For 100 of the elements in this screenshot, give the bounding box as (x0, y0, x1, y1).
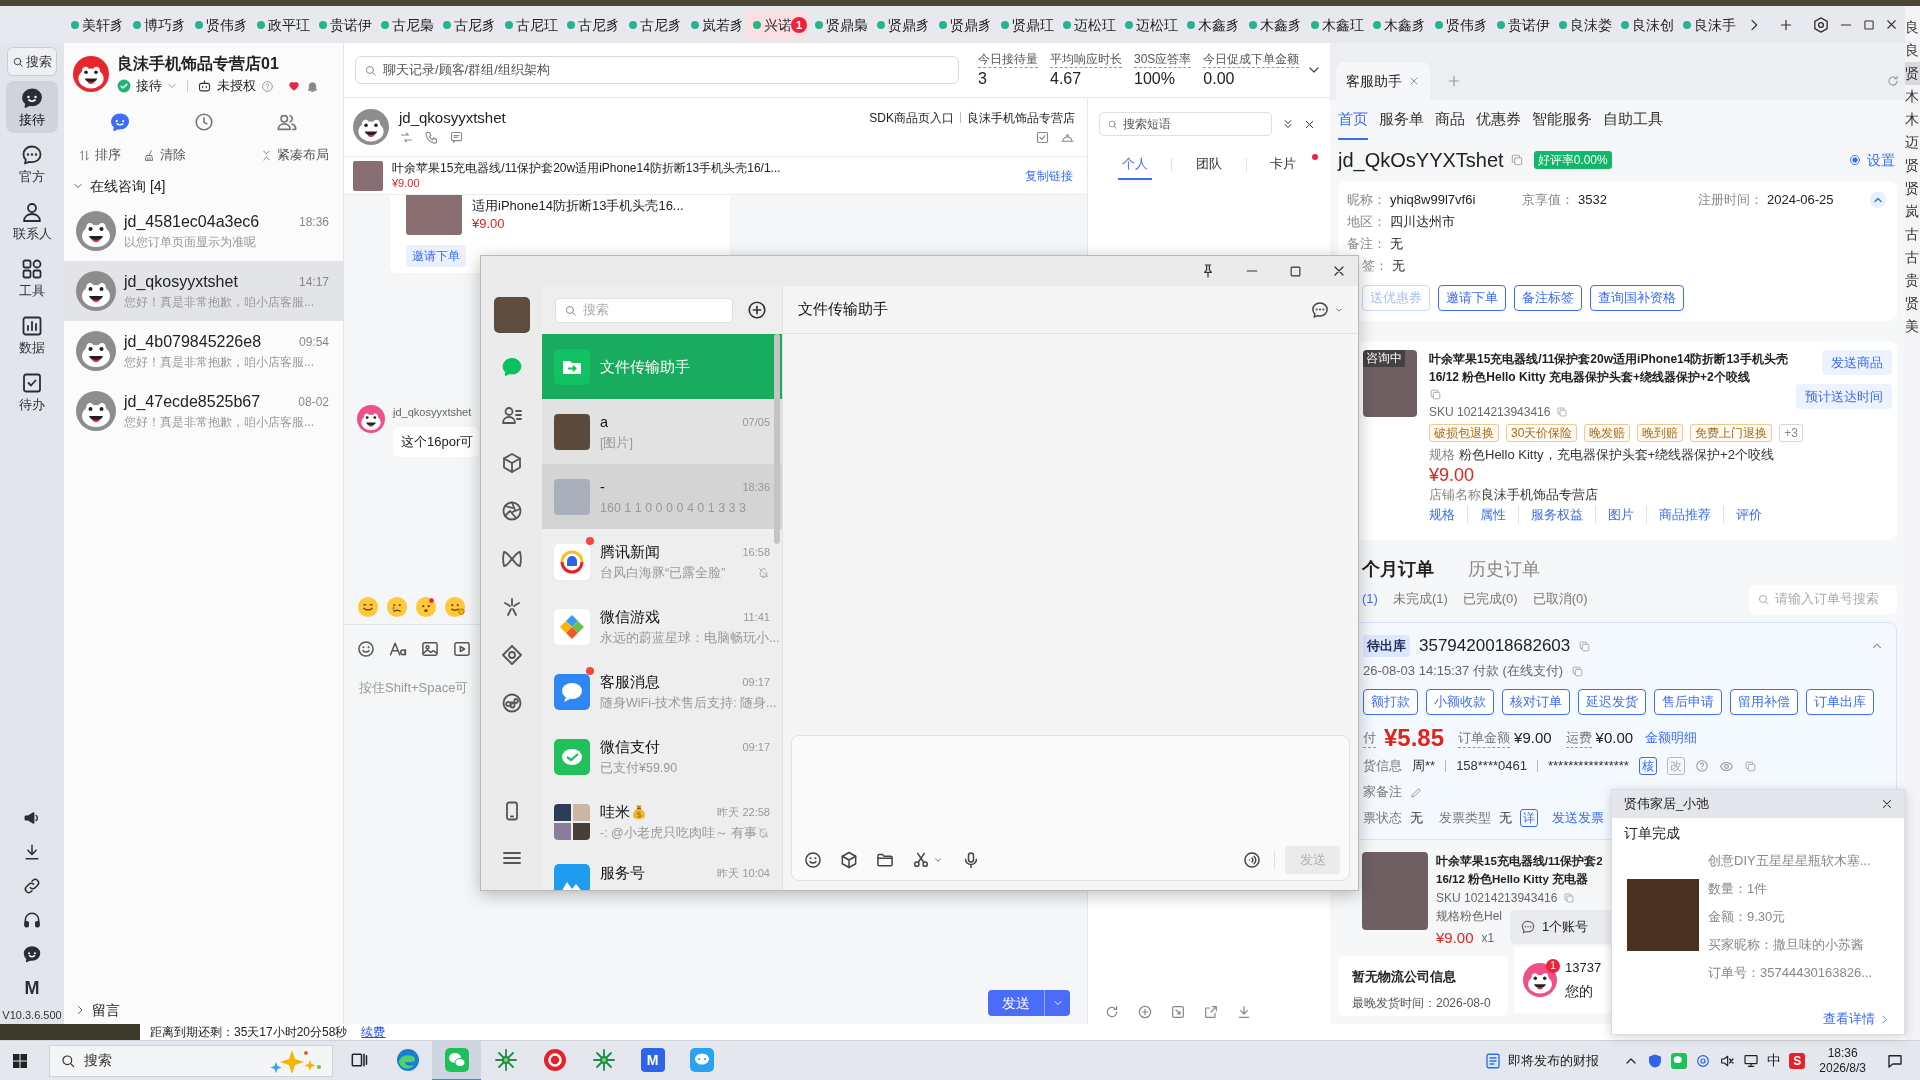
shop-tab[interactable]: 迈松玒 (1056, 10, 1118, 39)
chat-info-button[interactable] (1310, 299, 1344, 320)
plus-circle-icon[interactable] (1137, 1004, 1153, 1020)
phrase-tab[interactable]: 团队 (1192, 150, 1226, 180)
download-icon[interactable] (22, 842, 42, 862)
shop-tab[interactable]: 古尼豸 (560, 10, 622, 39)
help-icon[interactable] (1694, 759, 1709, 773)
emoji-icon[interactable] (357, 596, 379, 618)
shop-tab[interactable]: 良沫创 (1614, 10, 1676, 39)
double-chevron-icon[interactable] (1281, 117, 1295, 131)
shop-tab[interactable]: 贵诺伊 (1490, 10, 1552, 39)
verify-button[interactable]: 核 (1638, 757, 1657, 775)
close-icon[interactable] (1880, 797, 1894, 811)
window-tab[interactable]: 迈 (1905, 131, 1920, 154)
settings-button[interactable]: 设置 (1849, 149, 1895, 171)
shrink-icon[interactable] (1170, 1004, 1186, 1020)
shop-tab[interactable]: 贵诺伊 (312, 10, 374, 39)
renew-link[interactable]: 续费 (361, 1025, 386, 1039)
add-icon[interactable] (746, 299, 768, 321)
video-icon[interactable] (452, 639, 472, 659)
image-icon[interactable] (420, 639, 440, 659)
shop-tab[interactable]: 迈松玒 (1118, 10, 1180, 39)
order-action-button[interactable]: 延迟发货 (1578, 689, 1646, 715)
chat-list-item[interactable]: 腾讯新闻 16:58 台风白海豚“已露全脸” (542, 529, 782, 594)
order-action-button[interactable]: 售后申请 (1654, 689, 1722, 715)
conversation-item[interactable]: jd_qkosyyxtshet 14:17 您好！真是非常抱歉，咱小店客服... (64, 261, 343, 321)
conversation-item[interactable]: jd_4b079845226e8 09:54 您好！真是非常抱歉，咱小店客服... (64, 321, 343, 381)
phone-icon[interactable] (424, 130, 439, 145)
clock-icon[interactable] (192, 111, 215, 133)
product-link[interactable]: 评价 (1723, 506, 1774, 524)
window-tab[interactable]: 古 (1905, 223, 1920, 246)
order-filter[interactable]: 已完成(0) (1462, 589, 1518, 609)
voice-icon[interactable] (1242, 850, 1262, 870)
window-tab[interactable]: 贤 (1905, 177, 1920, 200)
input-method[interactable]: 中 (1767, 1050, 1782, 1071)
invoice-detail-button[interactable]: 详 (1520, 809, 1538, 827)
chat-bubbles-icon[interactable] (1671, 1052, 1688, 1069)
maximize-icon[interactable] (1862, 17, 1876, 32)
taskbar-search-field[interactable]: 搜索 (49, 1044, 333, 1077)
logo-letter[interactable]: M (24, 978, 40, 998)
store-link[interactable]: 良沫手机饰品专营店 (967, 109, 1075, 126)
shop-tab[interactable]: 木鑫豸 (1180, 10, 1242, 39)
scrollbar-thumb[interactable] (774, 334, 780, 544)
nav-item[interactable]: 接待 (6, 81, 58, 133)
order-action-button[interactable]: 订单出库 (1806, 689, 1874, 715)
settings-icon[interactable] (1812, 15, 1830, 34)
sort-button[interactable]: 排序 (78, 145, 121, 165)
shop-tab[interactable]: 博巧豸 (126, 10, 188, 39)
window-tab[interactable]: 贤 (1905, 154, 1920, 177)
nav-tab[interactable]: 首页 (1338, 100, 1368, 140)
product-link[interactable]: 商品推荐 (1646, 506, 1723, 524)
shop-tab[interactable]: 良沫娄 (1552, 10, 1614, 39)
bell-icon[interactable] (306, 79, 319, 93)
view-details-link[interactable]: 查看详情 (1823, 1009, 1890, 1029)
shop-tab[interactable]: 古尼梟 (374, 10, 436, 39)
ring-icon[interactable] (1695, 1052, 1712, 1069)
emoji-icon[interactable] (444, 596, 466, 618)
phrase-tab[interactable]: 个人 (1117, 150, 1152, 180)
window-tab[interactable]: 贤 (1905, 292, 1920, 315)
order-filter[interactable]: (1) (1362, 589, 1378, 609)
transfer-icon[interactable] (399, 130, 414, 145)
product-link[interactable]: 属性 (1467, 506, 1518, 524)
emoji-icon[interactable] (386, 596, 408, 618)
shop-tab[interactable]: 古尼豸 (436, 10, 498, 39)
amount-detail-link[interactable]: 金额明细 (1645, 728, 1698, 748)
invite-order-button[interactable]: 邀请下单 (406, 245, 466, 267)
nav-item[interactable]: 官方 (6, 138, 58, 190)
order-action-button[interactable]: 小额收款 (1426, 689, 1494, 715)
taskbar-button[interactable]: M (628, 1040, 677, 1080)
action-button[interactable]: 备注标签 (1514, 285, 1582, 311)
chat-face-icon[interactable] (22, 944, 42, 964)
product-page-link[interactable]: SDK商品页入口 (869, 109, 954, 126)
emoji-icon[interactable] (415, 596, 437, 618)
group-header[interactable]: 在线咨询 [4] (72, 175, 166, 197)
clear-button[interactable]: 清除 (143, 145, 186, 165)
product-link[interactable]: 规格 (1429, 506, 1467, 524)
monitor-icon[interactable] (1743, 1052, 1760, 1069)
shop-tab[interactable]: 古尼玒 (498, 10, 560, 39)
product-action-button[interactable]: 发送商品 (1822, 350, 1892, 375)
share-icon[interactable] (1203, 1004, 1219, 1020)
shop-tab[interactable]: 古尼豸 (622, 10, 684, 39)
order-filter[interactable]: 未完成(1) (1392, 589, 1448, 609)
action-button[interactable]: 查询国补资格 (1590, 285, 1684, 311)
window-tab[interactable]: 贤 (1905, 62, 1920, 85)
shop-tab[interactable]: 贤鼎梟 (808, 10, 870, 39)
action-button[interactable]: 邀请下单 (1438, 285, 1506, 311)
phrase-tab[interactable]: 卡片 (1266, 150, 1301, 180)
compact-layout-button[interactable]: 紧凑布局 (260, 145, 329, 165)
shop-tab[interactable]: 贤伟豸 (1428, 10, 1490, 39)
smile-icon[interactable] (356, 639, 376, 659)
nav-tab[interactable]: 自助工具 (1603, 100, 1663, 140)
product-link[interactable]: 图片 (1595, 506, 1646, 524)
checkbox-icon[interactable] (1035, 129, 1050, 145)
chat-list-item[interactable]: 微信游戏 11:41 永远的蔚蓝星球：电脑畅玩小... (542, 594, 782, 659)
shield-icon[interactable] (1647, 1052, 1664, 1069)
shop-tab[interactable]: 岚若豸 (684, 10, 746, 39)
conversation-item[interactable]: jd_47ecde8525b67 08-02 您好！真是非常抱歉，咱小店客服... (64, 381, 343, 441)
account-switcher[interactable]: 1个账号 (1510, 910, 1611, 944)
order-action-button[interactable]: 额打款 (1363, 689, 1418, 715)
global-search-field[interactable]: 聊天记录/顾客/群组/组织架构 (355, 56, 959, 84)
